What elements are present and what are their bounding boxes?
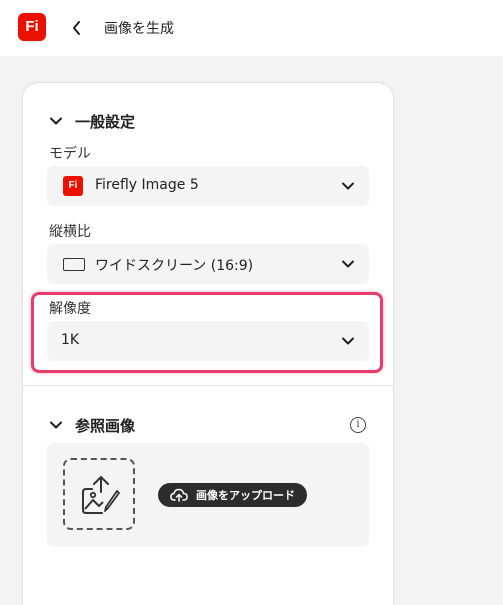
reference-image-title: 参照画像 — [75, 416, 136, 435]
aspect-ratio-select[interactable]: ワイドスクリーン (16:9) — [47, 244, 369, 284]
top-bar: Fi 画像を生成 — [0, 0, 503, 56]
firefly-logo-icon[interactable]: Fi — [18, 13, 46, 41]
chevron-down-icon — [342, 260, 354, 268]
page-title: 画像を生成 — [104, 21, 174, 37]
chevron-down-icon — [342, 182, 354, 190]
reference-image-header[interactable]: 参照画像 — [49, 414, 135, 436]
info-icon[interactable]: i — [350, 417, 366, 433]
model-label: モデル — [49, 146, 91, 162]
reference-upload-area: 画像をアップロード — [47, 443, 369, 547]
back-button[interactable] — [68, 15, 90, 41]
model-select[interactable]: Fi Firefly Image 5 — [47, 166, 369, 206]
chevron-left-icon — [73, 21, 80, 35]
upload-button-label: 画像をアップロード — [196, 489, 295, 502]
general-settings-header[interactable]: 一般設定 — [49, 110, 135, 132]
resolution-highlight-annotation — [31, 292, 383, 373]
aspect-ratio-label: 縦横比 — [49, 224, 91, 240]
model-value: Firefly Image 5 — [95, 177, 199, 193]
widescreen-icon — [63, 258, 85, 271]
image-dropzone[interactable] — [63, 458, 135, 530]
firefly-icon: Fi — [63, 176, 83, 196]
section-divider — [23, 385, 393, 386]
aspect-ratio-value: ワイドスクリーン (16:9) — [95, 258, 254, 274]
cloud-upload-icon — [170, 488, 188, 502]
chevron-down-icon — [50, 421, 62, 429]
chevron-down-icon — [50, 117, 62, 125]
image-upload-icon — [82, 476, 120, 514]
general-settings-title: 一般設定 — [75, 112, 136, 131]
upload-image-button[interactable]: 画像をアップロード — [158, 483, 307, 507]
